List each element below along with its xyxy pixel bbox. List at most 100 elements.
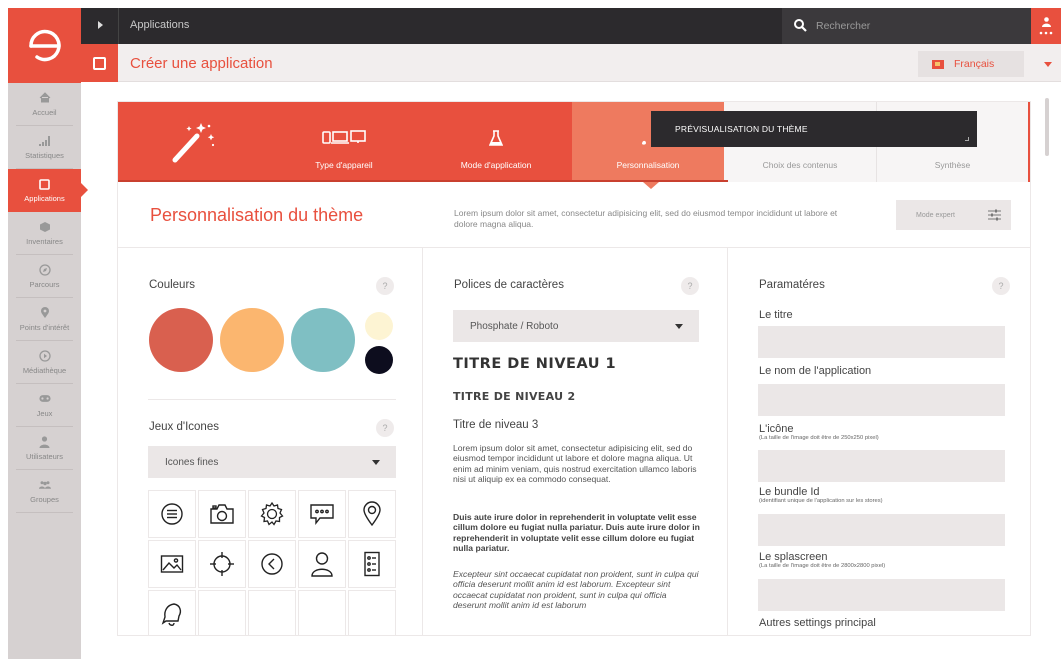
list-icon	[364, 551, 380, 577]
parameters-title: Paramatéres	[759, 279, 825, 291]
search-box[interactable]	[782, 8, 1031, 44]
sidebar-item-points-interet[interactable]: Points d'intérêt	[16, 298, 73, 341]
sidebar-item-statistiques[interactable]: Statistiques	[16, 126, 73, 169]
section-header: Personnalisation du thème Lorem ipsum do…	[118, 182, 1030, 248]
logo-icon	[28, 29, 61, 61]
icon-cell-empty[interactable]	[198, 590, 246, 635]
section-description: Lorem ipsum dolor sit amet, consectetur …	[454, 208, 838, 229]
step-label: Mode d'application	[460, 160, 532, 170]
sidebar-item-label: Points d'intérêt	[19, 322, 70, 332]
sidebar-item-label: Applications	[24, 194, 65, 203]
bell-icon	[161, 603, 182, 626]
heading-level-3-preview: Titre de niveau 3	[453, 419, 539, 431]
color-swatch-dark[interactable]	[365, 346, 393, 374]
page-icon-tile	[81, 44, 118, 82]
sidebar-item-applications[interactable]: Applications	[8, 169, 88, 212]
step-mode-application[interactable]: Mode d'application	[420, 102, 572, 182]
icon-cell-empty[interactable]	[348, 590, 396, 635]
font-select[interactable]: Phosphate / Roboto	[453, 310, 699, 342]
icon-cell[interactable]	[148, 490, 196, 538]
language-selector[interactable]: Français	[918, 51, 1024, 77]
breadcrumb[interactable]: Applications	[130, 19, 189, 31]
title-field[interactable]	[758, 326, 1005, 358]
color-swatch-tertiary[interactable]	[291, 308, 355, 372]
icon-cell[interactable]	[148, 540, 196, 588]
search-input[interactable]	[816, 17, 1016, 35]
field-label-titre: Le titre	[759, 309, 793, 321]
resize-grip-icon[interactable]	[965, 137, 969, 141]
icon-cell[interactable]	[298, 540, 346, 588]
field-label-text: Le nom de l'application	[759, 365, 872, 377]
parameters-help-button[interactable]: ?	[992, 277, 1010, 295]
icon-cell[interactable]	[248, 540, 296, 588]
search-icon[interactable]	[794, 19, 807, 32]
cube-icon	[39, 221, 51, 233]
divider	[148, 399, 396, 400]
user-icon	[1041, 17, 1051, 27]
expert-mode-button[interactable]: Mode expert	[896, 200, 1011, 230]
app-logo[interactable]	[8, 8, 81, 83]
icon-cell-empty[interactable]	[248, 590, 296, 635]
fonts-help-button[interactable]: ?	[681, 277, 699, 295]
step-label: Personnalisation	[616, 160, 680, 170]
sidebar-item-inventaires[interactable]: Inventaires	[16, 212, 73, 255]
icon-cell[interactable]	[248, 490, 296, 538]
sidebar-item-label: Parcours	[29, 279, 60, 289]
camera-icon	[210, 504, 234, 524]
chevron-down-icon	[372, 460, 380, 465]
colors-help-button[interactable]: ?	[376, 277, 394, 295]
icon-set-help-button[interactable]: ?	[376, 419, 394, 437]
chevron-down-icon[interactable]	[1044, 62, 1052, 67]
square-icon	[93, 56, 106, 70]
colors-and-icons-column: Couleurs ? Jeux d'Icones ? Icones fines	[118, 248, 423, 635]
sidebar-item-label: Médiathèque	[22, 365, 67, 375]
icon-cell[interactable]	[298, 490, 346, 538]
user-icon	[39, 435, 51, 448]
icon-cell[interactable]	[198, 540, 246, 588]
page-title: Créer une application	[130, 55, 273, 72]
field-label-text: L'icône	[759, 423, 794, 435]
user-menu-button[interactable]	[1031, 8, 1061, 44]
section-title: Personnalisation du thème	[150, 205, 364, 225]
step-type-appareil[interactable]: Type d'appareil	[268, 102, 420, 182]
wizard-card: Type d'appareil Mode d'application Perso…	[117, 101, 1031, 636]
sidebar-item-mediatheque[interactable]: Médiathèque	[16, 341, 73, 384]
splashscreen-upload-field[interactable]	[758, 579, 1005, 611]
icon-cell-empty[interactable]	[298, 590, 346, 635]
color-swatch-secondary[interactable]	[220, 308, 284, 372]
sidebar-item-utilisateurs[interactable]: Utilisateurs	[16, 427, 73, 470]
sidebar-item-accueil[interactable]: Accueil	[16, 83, 73, 126]
sidebar-item-label: Utilisateurs	[25, 451, 64, 461]
home-icon	[39, 92, 51, 104]
field-label-icone: L'icône (La taille de l'image doit être d…	[759, 423, 879, 441]
icon-cell[interactable]	[348, 490, 396, 538]
icon-set-select[interactable]: Icones fines	[148, 446, 396, 478]
expand-sidebar-icon[interactable]	[98, 21, 103, 29]
field-hint: (La taille de l'image doit être de 250x2…	[759, 435, 879, 441]
map-pin-icon	[39, 306, 51, 319]
icon-upload-field[interactable]	[758, 450, 1005, 482]
heading-level-2-preview: TITRE DE NIVEAU 2	[453, 390, 576, 403]
icon-set-title: Jeux d'Icones	[149, 421, 219, 433]
sidebar-item-groupes[interactable]: Groupes	[16, 470, 73, 513]
scrollbar[interactable]	[1045, 98, 1049, 156]
field-label-bundle: Le bundle Id (identifiant unique de l'app…	[759, 486, 883, 504]
magic-wand-icon	[172, 123, 215, 163]
theme-preview-tooltip[interactable]: PRÉVISUALISATION DU THÈME	[651, 111, 977, 147]
colors-title: Couleurs	[149, 279, 196, 291]
icon-cell[interactable]	[148, 590, 196, 635]
bundle-id-field[interactable]	[758, 514, 1005, 546]
language-label: Français	[954, 58, 995, 70]
divider	[118, 8, 119, 44]
compass-icon	[38, 263, 51, 276]
step-label: Type d'appareil	[315, 160, 373, 170]
sidebar-item-parcours[interactable]: Parcours	[16, 255, 73, 298]
icon-cell[interactable]	[198, 490, 246, 538]
heading-level-1-preview: TITRE DE NIVEAU 1	[453, 356, 617, 372]
color-swatch-primary[interactable]	[149, 308, 213, 372]
icon-cell[interactable]	[348, 540, 396, 588]
sidebar-item-jeux[interactable]: Jeux	[16, 384, 73, 427]
top-bar: Applications	[81, 8, 1031, 44]
color-swatch-light[interactable]	[365, 312, 393, 340]
app-name-field[interactable]	[758, 384, 1005, 416]
